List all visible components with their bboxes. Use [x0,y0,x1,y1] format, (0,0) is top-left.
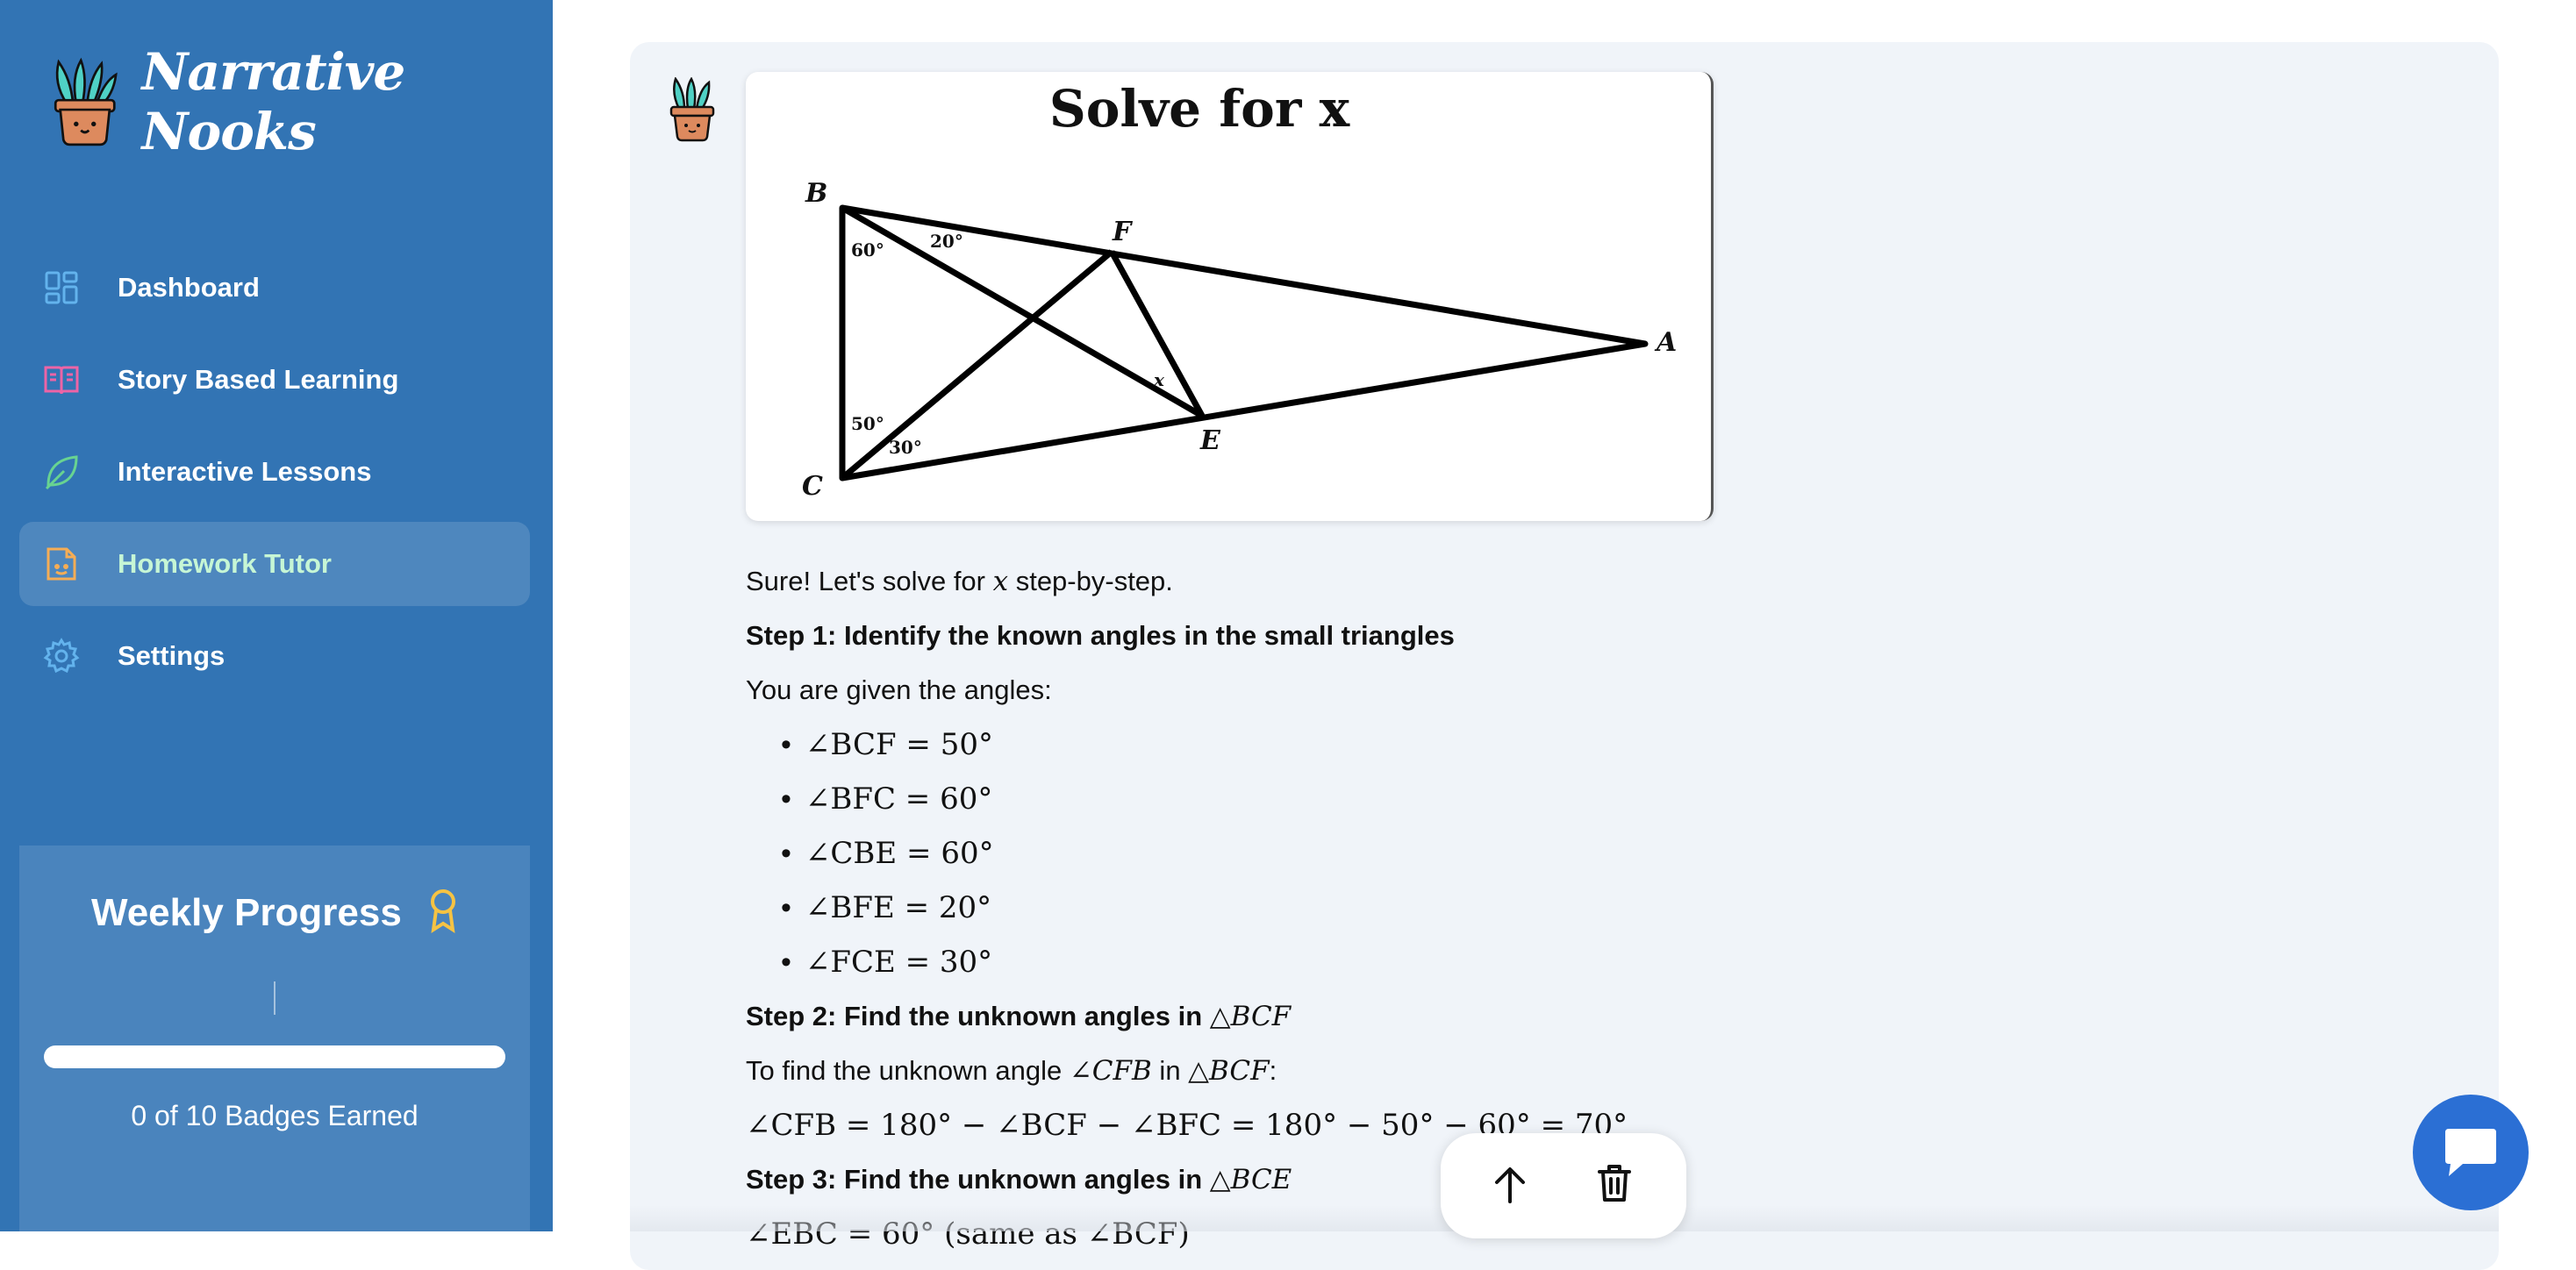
geometry-figure[interactable]: Solve for x B F A C E 60° 20° 50° 30° x [746,72,1714,521]
angle-label-50: 50° [851,413,884,434]
angle-label-30: 30° [889,437,922,458]
sidebar-item-homework-tutor[interactable]: Homework Tutor [19,522,530,606]
chat-bubble-icon [2445,1129,2496,1176]
intro-text: Sure! Let's solve for [746,566,993,596]
award-ribbon-icon [428,888,458,943]
point-label-c: C [802,471,823,502]
triangle-diagram: Solve for x B F A C E 60° 20° 50° 30° x [802,79,1677,502]
find-angle: ∠CFB [1069,1055,1152,1087]
step-1-heading: Step 1: Identify the known angles in the… [746,620,1455,651]
sidebar-item-label: Story Based Learning [118,364,399,395]
point-label-e: E [1199,425,1221,456]
dashboard-grid-icon [42,268,81,307]
chat-support-button[interactable] [2413,1095,2529,1210]
step-3-triangle: △BCE [1209,1164,1292,1195]
sidebar-item-interactive-lessons[interactable]: Interactive Lessons [19,430,530,514]
scroll-up-button[interactable] [1492,1165,1528,1209]
weekly-progress-card: Weekly Progress 0 of 10 Badges Earned [19,845,530,1231]
intro-text-end: step-by-step. [1008,566,1173,596]
intro-variable: x [992,566,1009,597]
angle-equation: ∠CFB = 180° − ∠BCF − ∠BFC = 180° − 50° −… [746,1108,1628,1143]
sidebar-item-dashboard[interactable]: Dashboard [19,246,530,330]
sidebar-item-label: Homework Tutor [118,548,332,579]
sidebar-item-label: Settings [118,640,225,671]
find-angle-line: To find the unknown angle ∠CFB in △BCF: [746,1044,1886,1098]
sidebar: Narrative Nooks Dashboard Story Based Le… [0,0,553,1231]
point-label-f: F [1112,217,1134,247]
open-book-icon [42,360,81,399]
delete-button[interactable] [1597,1163,1632,1207]
list-item: • ∠FCE = 30° [781,945,993,980]
badges-progress-bar [44,1045,505,1068]
step-3-text: Step 3: Find the unknown angles in [746,1164,1210,1195]
weekly-progress-title: Weekly Progress [19,888,530,943]
gear-icon [42,637,81,675]
given-angle: ∠BFE = 20° [805,890,992,925]
given-angle: ∠BFC = 60° [805,781,993,817]
given-text: You are given the angles: [746,674,1052,705]
given-angles-list: • ∠BCF = 50° • ∠BFC = 60° • ∠CBE = 60° • ∠BF… [746,717,1886,989]
find-text-end: : [1269,1055,1277,1086]
tutor-avatar-icon [669,77,715,142]
sidebar-item-label: Dashboard [118,272,260,303]
sidebar-item-settings[interactable]: Settings [19,614,530,698]
list-item: • ∠BCF = 50° [781,727,993,762]
angle-label-60: 60° [851,239,884,260]
badges-earned-text: 0 of 10 Badges Earned [131,1100,419,1131]
leaf-icon [42,453,81,491]
given-angle: ∠FCE = 30° [805,945,993,980]
point-label-a: A [1654,327,1677,358]
homework-icon [42,545,81,583]
text-cursor [274,981,275,1015]
find-triangle: △BCF [1188,1055,1270,1087]
list-item: • ∠CBE = 60° [781,836,994,871]
list-item: • ∠BFE = 20° [781,890,992,925]
intro-line: Sure! Let's solve for x step-by-step. [746,554,1886,609]
arrow-up-icon [1495,1167,1525,1203]
angle-label-x: x [1153,369,1165,390]
given-angle: ∠CBE = 60° [805,836,994,871]
angle-label-20: 20° [930,231,963,252]
trash-icon [1598,1165,1631,1202]
sidebar-nav: Dashboard Story Based Learning Interacti… [19,246,530,706]
plant-pot-logo-icon [54,57,118,146]
point-label-b: B [805,178,827,209]
step-2-triangle: △BCF [1209,1001,1292,1032]
given-angle: ∠BCF = 50° [805,727,993,762]
message-toolbar [1441,1133,1686,1238]
find-text: To find the unknown angle [746,1055,1070,1086]
app-name: Narrative Nooks [141,42,406,161]
find-text-mid: in [1151,1055,1189,1086]
list-item: • ∠BFC = 60° [781,781,993,817]
sidebar-item-story-based-learning[interactable]: Story Based Learning [19,338,530,422]
tutor-response: Sure! Let's solve for x step-by-step. St… [746,554,1886,1261]
step-3-heading: Step 3: Find the unknown angles in △BCE [746,1152,1886,1207]
figure-title: Solve for x [1049,79,1350,139]
step-2-heading: Step 2: Find the unknown angles in △BCF [746,989,1886,1044]
weekly-progress-label: Weekly Progress [90,891,402,935]
brand[interactable]: Narrative Nooks [49,42,553,161]
step-2-text: Step 2: Find the unknown angles in [746,1001,1210,1031]
sidebar-item-label: Interactive Lessons [118,456,372,487]
